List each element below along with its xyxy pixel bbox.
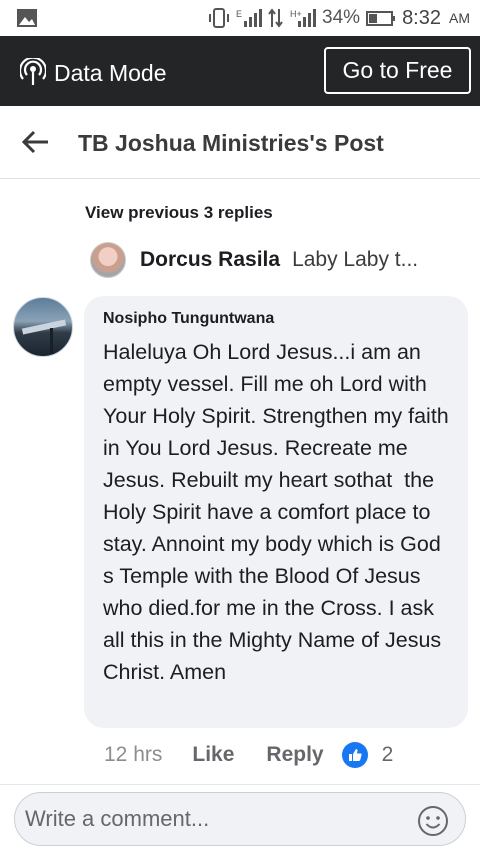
clock-time: 8:32 — [402, 6, 441, 29]
comment-timestamp: 12 hrs — [104, 743, 163, 766]
like-count[interactable]: 2 — [382, 743, 394, 767]
status-bar: E H+ 34% 8:32 AM — [0, 0, 480, 36]
post-header: TB Joshua Ministries's Post — [0, 106, 480, 179]
go-to-free-button[interactable]: Go to Free — [324, 47, 471, 94]
reply-preview-text: Laby Laby t... — [292, 248, 419, 271]
data-mode-label: Data Mode — [54, 60, 167, 86]
comment-actions: 12 hrs Like Reply 2 — [104, 740, 393, 770]
comment-bubble[interactable]: Nosipho Tunguntwana Haleluya Oh Lord Jes… — [84, 296, 468, 728]
divider — [0, 784, 480, 785]
battery-icon — [366, 11, 396, 26]
broadcast-icon — [20, 58, 46, 85]
smiley-icon[interactable] — [417, 805, 449, 837]
vibrate-icon — [209, 8, 230, 28]
reply-preview[interactable]: Dorcus Rasila Laby Laby t... — [90, 240, 418, 280]
net1-label: E — [236, 9, 242, 19]
data-mode-bar: Data Mode Go to Free — [0, 36, 480, 106]
page-title: TB Joshua Ministries's Post — [78, 130, 384, 156]
comment-composer[interactable] — [14, 792, 466, 846]
signal-icon-1: E — [236, 9, 263, 27]
avatar[interactable] — [13, 297, 73, 357]
gallery-icon — [17, 9, 37, 27]
clock-ampm: AM — [449, 10, 470, 26]
reply-button[interactable]: Reply — [266, 743, 323, 767]
signal-icon-2: H+ — [290, 9, 317, 27]
battery-percent: 34% — [322, 7, 361, 28]
reply-author-name[interactable]: Dorcus Rasila — [140, 248, 280, 272]
like-reaction-icon[interactable] — [341, 742, 368, 768]
avatar[interactable] — [90, 242, 126, 278]
net2-label: H+ — [290, 9, 302, 19]
comment-text: Haleluya Oh Lord Jesus...i am an empty v… — [103, 340, 455, 684]
comment-author-name[interactable]: Nosipho Tunguntwana — [103, 310, 450, 328]
like-button[interactable]: Like — [192, 743, 234, 767]
status-icons: E H+ 34% 8:32 AM — [208, 0, 470, 36]
comment-input[interactable] — [25, 803, 405, 835]
data-transfer-icon — [268, 8, 283, 28]
back-arrow-icon[interactable] — [20, 128, 52, 156]
view-previous-replies-link[interactable]: View previous 3 replies — [85, 203, 273, 223]
